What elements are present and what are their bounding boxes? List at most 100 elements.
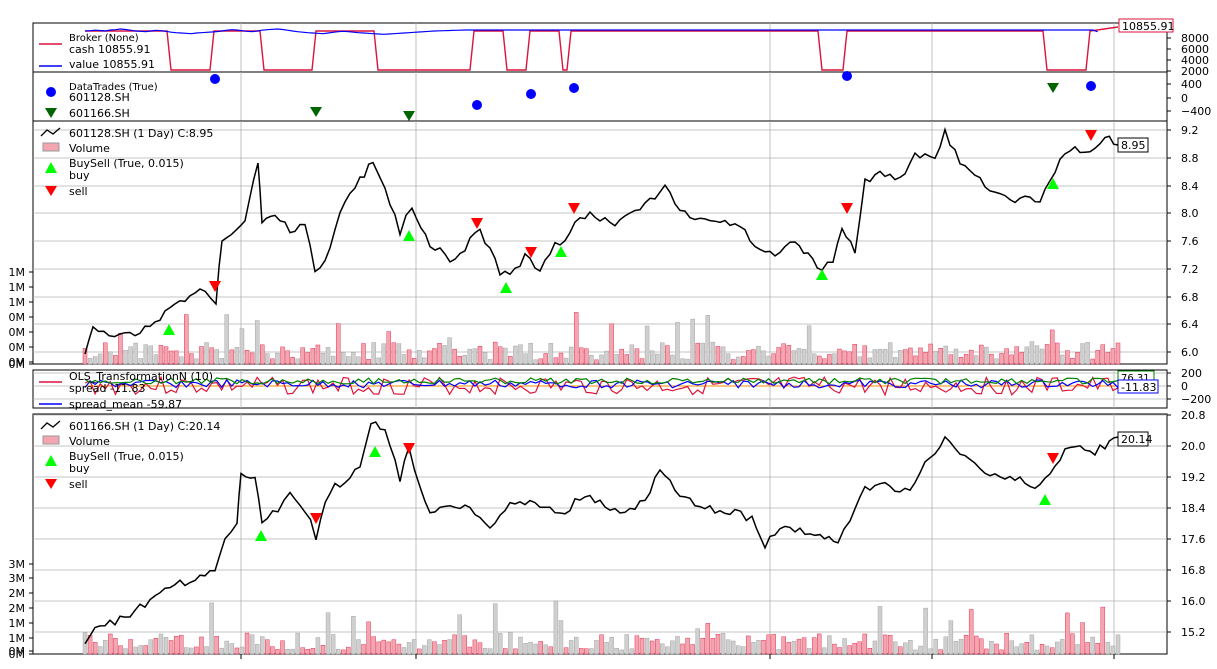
panel-601128-volume-bar-5 (108, 351, 113, 365)
ols-ytick-label-1: 0 (1181, 380, 1188, 393)
panel-601166-volume-bar-152 (852, 642, 857, 655)
panel-601128-volume-bar-9 (128, 346, 133, 365)
panel-601166-volume-bar-56 (366, 621, 371, 655)
panel-601166-volume-bar-194 (1065, 612, 1070, 655)
panel-601166-volume-bar-19 (179, 634, 184, 655)
panel-601128-volume-bar-24 (204, 342, 209, 365)
panel-601166-volume-bar-170 (943, 636, 949, 655)
panel-601128-volume-bar-7 (118, 333, 123, 365)
legend-value: value 10855.91 (69, 58, 155, 71)
panel-601128-volume-bar-130 (741, 356, 746, 365)
panel-601128-volume-bar-197 (1080, 343, 1085, 365)
panel-601166-volume-bar-50 (335, 648, 341, 655)
panel-601166-volume-bar-133 (756, 640, 761, 655)
panel-601166-volume-bar-146 (822, 647, 827, 655)
panel-601166-volume-bar-126 (720, 633, 726, 655)
panel-601166-volume-bar-55 (361, 644, 366, 655)
panel-601128-volume-bar-57 (371, 342, 376, 365)
panel-601128-volume-bar-89 (533, 359, 538, 365)
panel-601128-volume-bar-69 (432, 348, 437, 365)
panel-601128-volume-bar-67 (422, 357, 427, 365)
panel-601166-volume-bar-7 (118, 645, 123, 655)
panel-601128-ytick-label-6: 6.8 (1181, 291, 1199, 304)
legend-601166: 601166.SH (69, 107, 130, 120)
panel-601166-volume-bar-157 (877, 606, 883, 655)
panel-601128-volume-bar-84 (508, 356, 513, 365)
trade-601128-marker-5 (1086, 81, 1096, 91)
panel-601166-volume-bar-109 (634, 635, 640, 655)
panel-601166-volume-bar-187 (1029, 634, 1035, 655)
legend-spread-mean: spread_mean -59.87 (69, 398, 182, 411)
panel-601166-ytick-label-2: 19.2 (1181, 471, 1206, 484)
panel-601166-volume-bar-13 (148, 639, 154, 655)
panel-601128-volume-bar-103 (604, 350, 609, 365)
panel-601128-volume-bar-58 (376, 357, 381, 365)
panel-601128-last-value: 8.95 (1121, 139, 1146, 152)
panel-601166-volume-bar-137 (776, 649, 781, 655)
panel-601128-volume-bar-49 (330, 355, 336, 365)
panel-601128-volume-bar-157 (877, 348, 883, 365)
panel-601166-volume-bar-41 (290, 648, 295, 655)
panel-601166-volume-bar-130 (741, 646, 746, 655)
panel-601166-volume-bar-60 (386, 641, 392, 655)
panel-601128-volume-bar-97 (573, 312, 579, 365)
panel-601128-volume-bar-87 (523, 353, 528, 365)
panel-601166-volume-bar-191 (1049, 647, 1055, 655)
panel-601128-volume-bar-140 (791, 350, 797, 365)
panel-601166-volume-bar-111 (644, 637, 650, 655)
panel-601166-volume-bar-48 (325, 612, 331, 655)
panel-601128-volume-bar-75 (462, 354, 467, 365)
panel-601166-volume-bar-15 (158, 633, 164, 655)
panel-601128-volume-bar-76 (467, 348, 473, 365)
panel-601128-volume-bar-44 (305, 352, 311, 365)
panel-601128-volume-bar-82 (498, 346, 503, 365)
panel-601166-volume-bar-69 (432, 641, 437, 655)
panel-601128-frame (32, 120, 1168, 365)
panel-601128-volume-bar-102 (599, 354, 604, 365)
panel-601166-volume-bar-72 (447, 639, 452, 655)
panel-601166-volume-bar-201 (1100, 606, 1106, 655)
panel-601128-ltick-label-3: 0M (9, 311, 26, 324)
panel-601166-volume-bar-99 (584, 648, 589, 655)
broker-ytick-label-3: 2000 (1181, 65, 1209, 78)
panel-601166-volume-bar-22 (194, 646, 199, 655)
panel-601166-volume-bar-123 (705, 623, 711, 655)
panel-601166-volume-bar-25 (209, 602, 214, 655)
panel-601166-volume-bar-98 (579, 648, 584, 655)
panel-601166-volume-bar-131 (746, 635, 751, 655)
panel-601166-volume-bar-159 (887, 635, 893, 655)
panel-601166-ytick-label-4: 17.6 (1181, 533, 1206, 546)
panel-601128-volume-bar-170 (943, 345, 949, 365)
datatrades-ytick-label-0: 400 (1181, 78, 1202, 91)
panel-601166-volume-bar-142 (801, 637, 807, 655)
panel-601166-legend-volume-swatch (42, 435, 60, 445)
panel-601128-volume-bar-37 (270, 358, 275, 365)
panel-601128-ytick-label-1: 8.8 (1181, 152, 1199, 165)
backtrader-figure: 800060004000200010855.91Broker (None)cas… (9, 18, 1211, 661)
panel-601128-volume-bar-41 (290, 357, 295, 365)
panel-601128-volume-bar-194 (1065, 350, 1070, 365)
panel-601128-ltick-label-4: 0M (9, 326, 26, 339)
panel-601166-ytick-label-7: 15.2 (1181, 626, 1206, 639)
panel-601128-ltick-label-7: 0M (9, 358, 26, 371)
panel-601128-volume-bar-4 (103, 342, 108, 365)
panel-601128-volume-bar-153 (857, 356, 862, 365)
panel-601128-volume-bar-204 (1115, 342, 1121, 365)
panel-601166-volume-bar-70 (437, 644, 442, 655)
panel-601128-volume-bar-46 (315, 344, 321, 365)
panel-601166-volume-bar-83 (503, 648, 508, 655)
panel-601128-volume-bar-28 (224, 314, 229, 365)
panel-601166-volume-bar-173 (958, 638, 964, 655)
panel-601166-volume-bar-202 (1105, 641, 1111, 655)
datatrades-ytick-label-2: −400 (1181, 105, 1211, 118)
panel-601166-volume-bar-84 (508, 631, 513, 655)
panel-601128-volume-bar-63 (401, 354, 407, 365)
panel-601166-volume-bar-195 (1070, 633, 1075, 655)
panel-601166-volume-bar-33 (249, 634, 255, 655)
panel-601128-volume-bar-131 (746, 350, 751, 365)
panel-601166-volume-bar-122 (700, 638, 705, 655)
panel-601166-volume-bar-160 (892, 641, 898, 655)
panel-601128-volume-bar-47 (320, 352, 326, 365)
panel-601166-ltick-label-3: 2M (9, 602, 26, 615)
panel-601166-volume-bar-175 (968, 609, 974, 655)
